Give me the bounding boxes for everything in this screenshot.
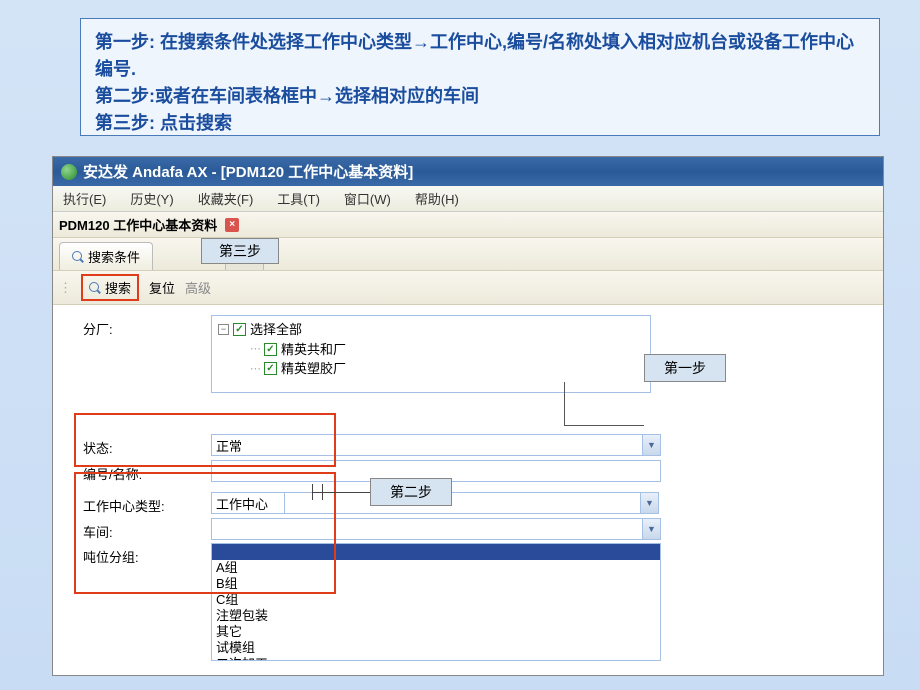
tree-line-icon: ⋯ xyxy=(250,361,260,378)
instruction-step2b: 选择相对应的车间 xyxy=(335,86,479,106)
arrow-icon: → xyxy=(412,32,430,52)
highlight-box-1 xyxy=(74,413,336,467)
tree-line-icon: ⋯ xyxy=(250,341,260,358)
step3-callout: 第三步 xyxy=(201,238,279,264)
instruction-step1a: 第一步: 在搜索条件处选择工作中心类型 xyxy=(95,32,412,52)
document-tab-title[interactable]: PDM120 工作中心基本资料 xyxy=(59,215,217,234)
instruction-step2a: 第二步:或者在车间表格框中 xyxy=(95,86,317,106)
menu-help[interactable]: 帮助(H) xyxy=(415,189,459,208)
collapse-icon[interactable]: − xyxy=(218,324,229,335)
sub-tab-row: 搜索条件 第三步 果 xyxy=(53,238,883,271)
reset-button[interactable]: 复位 xyxy=(149,278,175,297)
list-item[interactable]: 其它 xyxy=(212,624,660,640)
checkbox-item1[interactable]: ✓ xyxy=(264,343,277,356)
list-item[interactable]: C组 xyxy=(212,592,660,608)
menu-favorites[interactable]: 收藏夹(F) xyxy=(198,189,254,208)
list-item[interactable]: 二次加工 xyxy=(212,656,660,661)
instruction-step3: 第三步: 点击搜索 xyxy=(95,110,865,137)
document-tab-bar: PDM120 工作中心基本资料 × xyxy=(53,212,883,238)
search-icon xyxy=(72,251,84,263)
search-button-highlight: 搜索 xyxy=(81,274,139,301)
tree-item-1[interactable]: 精英共和厂 xyxy=(281,340,346,360)
window-title: 安达发 Andafa AX - [PDM120 工作中心基本资料] xyxy=(83,161,413,182)
dropdown-icon[interactable]: ▼ xyxy=(642,435,660,455)
menu-tools[interactable]: 工具(T) xyxy=(277,189,320,208)
step2-callout: 第二步 xyxy=(370,478,452,506)
menu-execute[interactable]: 执行(E) xyxy=(63,189,106,208)
dropdown-icon[interactable]: ▼ xyxy=(642,519,660,539)
tab-search-conditions[interactable]: 搜索条件 xyxy=(59,242,153,270)
step1-callout: 第一步 xyxy=(644,354,726,382)
advanced-button[interactable]: 高级 xyxy=(185,278,211,297)
list-item[interactable]: 试模组 xyxy=(212,640,660,656)
dropdown-icon[interactable]: ▼ xyxy=(640,493,658,513)
menu-history[interactable]: 历史(Y) xyxy=(130,189,173,208)
close-icon[interactable]: × xyxy=(225,218,239,232)
checkbox-select-all[interactable]: ✓ xyxy=(233,323,246,336)
arrow-icon: → xyxy=(317,86,335,106)
menu-bar: 执行(E) 历史(Y) 收藏夹(F) 工具(T) 窗口(W) 帮助(H) xyxy=(53,186,883,212)
app-icon xyxy=(61,164,77,180)
factory-label: 分厂: xyxy=(83,315,211,338)
highlight-box-2 xyxy=(74,472,336,594)
tree-select-all[interactable]: 选择全部 xyxy=(250,320,302,340)
tree-item-2[interactable]: 精英塑胶厂 xyxy=(281,359,346,379)
search-button[interactable]: 搜索 xyxy=(105,278,131,297)
search-toolbar: ⋮ 搜索 复位 高级 xyxy=(53,271,883,305)
menu-window[interactable]: 窗口(W) xyxy=(344,189,391,208)
toolbar-grip-icon: ⋮ xyxy=(59,280,71,296)
instruction-panel: 第一步: 在搜索条件处选择工作中心类型→工作中心,编号/名称处填入相对应机台或设… xyxy=(80,18,880,136)
wc-type-combo-tail[interactable]: ▼ xyxy=(285,492,659,514)
list-item[interactable]: 注塑包装 xyxy=(212,608,660,624)
window-titlebar: 安达发 Andafa AX - [PDM120 工作中心基本资料] xyxy=(53,157,883,186)
checkbox-item2[interactable]: ✓ xyxy=(264,362,277,375)
search-icon xyxy=(89,282,101,294)
